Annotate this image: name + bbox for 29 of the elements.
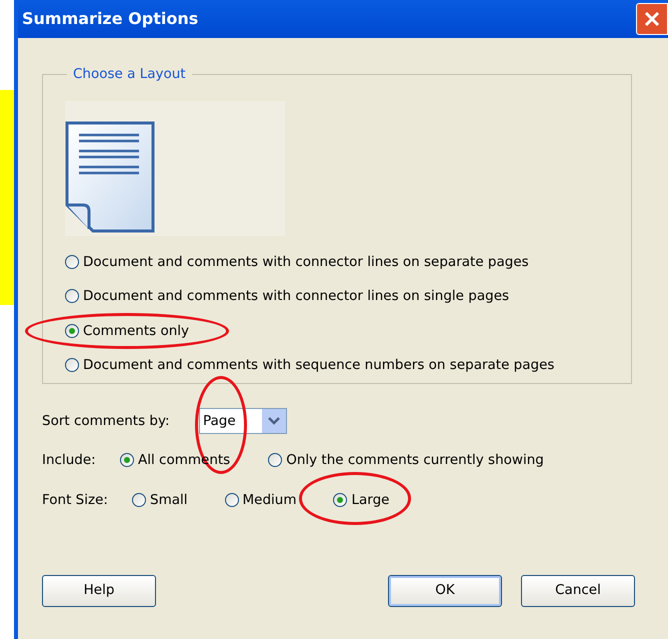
radio-label[interactable]: Large	[351, 490, 390, 510]
window-title: Summarize Options	[21, 8, 198, 30]
sort-dropdown[interactable]: Page	[199, 408, 287, 434]
close-icon	[643, 10, 661, 28]
radio-label[interactable]: Small	[150, 490, 188, 510]
close-button[interactable]	[636, 3, 668, 35]
radio-button[interactable]	[224, 493, 238, 508]
radio-label[interactable]: Document and comments with connector lines on single pages	[83, 286, 510, 306]
chevron-down-icon	[268, 417, 280, 425]
radio-button[interactable]	[333, 493, 348, 508]
dialog-button[interactable]: Help	[42, 574, 156, 606]
font-size-label: Font Size:	[42, 491, 109, 510]
document-icon	[65, 121, 155, 233]
radio-label[interactable]: Only the comments currently showing	[286, 450, 544, 470]
radio-label[interactable]: Document and comments with connector lines on separate pages	[83, 252, 529, 272]
radio-button[interactable]	[120, 453, 134, 468]
radio-button[interactable]	[268, 453, 282, 468]
radio-label[interactable]: Comments only	[83, 320, 190, 341]
radio-button[interactable]	[65, 289, 79, 304]
dialog-button[interactable]: Cancel	[521, 574, 635, 606]
include-label: Include:	[42, 451, 97, 470]
sort-label: Sort comments by:	[42, 412, 171, 431]
radio-button[interactable]	[65, 255, 79, 270]
dialog-button[interactable]: OK	[388, 574, 502, 606]
radio-button[interactable]	[65, 324, 79, 338]
radio-button[interactable]	[132, 493, 146, 508]
radio-button[interactable]	[65, 358, 79, 372]
radio-label[interactable]: Document and comments with sequence numbers on separate pages	[83, 354, 554, 375]
radio-label[interactable]: Medium	[242, 490, 296, 510]
